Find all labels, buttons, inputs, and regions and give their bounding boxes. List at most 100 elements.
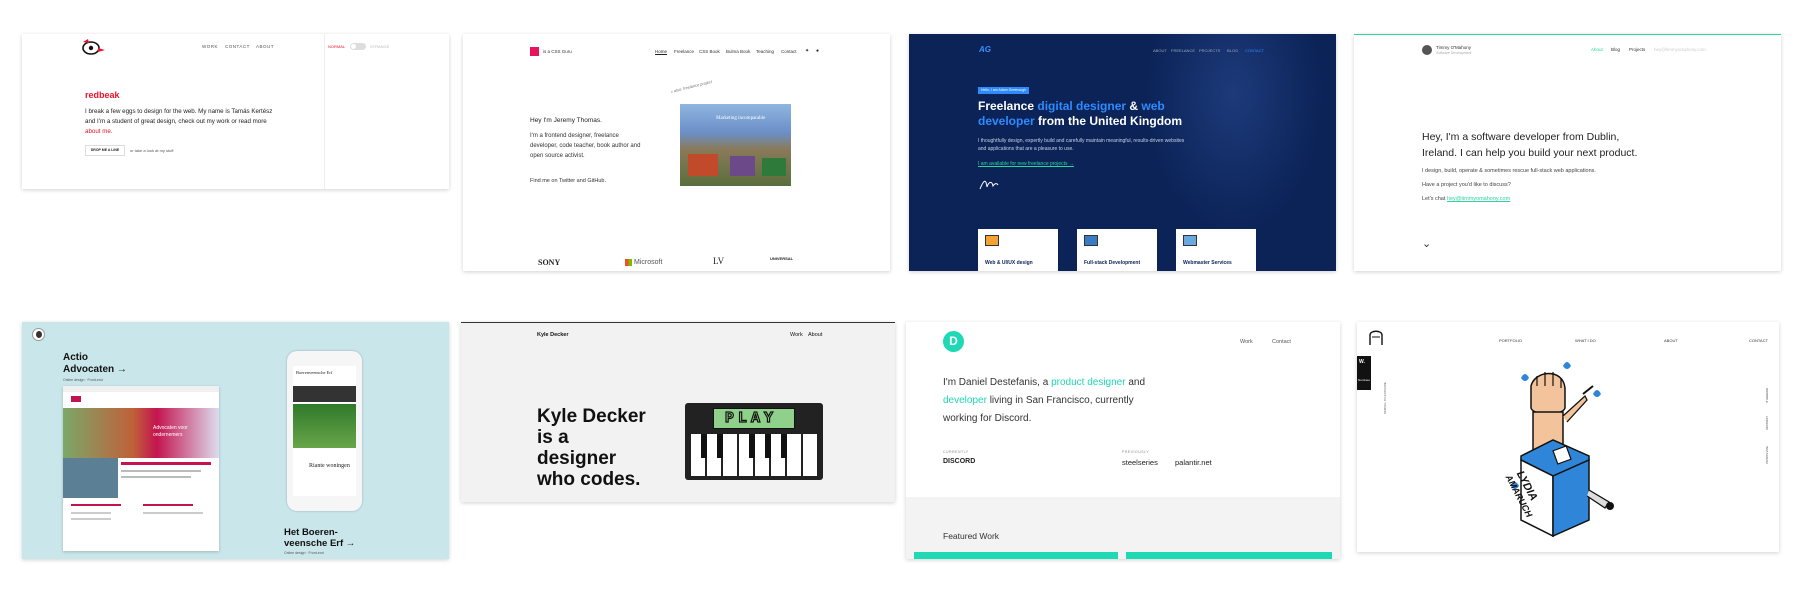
nav-projects[interactable]: Projects bbox=[1629, 47, 1645, 52]
hero-image: Advocaten voor ondernemers bbox=[63, 408, 219, 458]
drop-a-line-button[interactable]: DROP ME A LINE bbox=[85, 145, 125, 156]
site-logo[interactable]: D bbox=[943, 331, 964, 352]
social-linkedin[interactable]: LINKEDIN bbox=[1765, 416, 1769, 430]
timmy-thumbnail[interactable]: Timmy O'Mahony Software Development Abou… bbox=[1354, 34, 1781, 271]
awwwards-badge[interactable]: W. Nominee bbox=[1357, 356, 1371, 390]
browser-bar bbox=[63, 386, 219, 392]
nav-work[interactable]: WORK bbox=[202, 44, 218, 49]
site-name[interactable]: Kyle Decker bbox=[537, 332, 569, 338]
client-lv-logo: LV bbox=[713, 256, 725, 266]
featured-section: Featured Work bbox=[906, 497, 1340, 559]
chevron-down-icon[interactable]: ⌄ bbox=[1422, 237, 1431, 250]
keyboard-screen: PLAY bbox=[713, 408, 795, 429]
social-dribbble[interactable]: DRIBBBLE bbox=[1765, 388, 1769, 403]
project-question: Have a project you'd like to discuss? bbox=[1422, 182, 1511, 188]
nav-about[interactable]: ABOUT bbox=[1664, 338, 1678, 343]
project-title-line2[interactable]: Advocaten → bbox=[63, 364, 127, 375]
social-instagram[interactable]: INSTAGRAM bbox=[1765, 446, 1769, 464]
ag-thumbnail[interactable]: AG ABOUT FREELANCE PROJECTS BLOG CONTACT… bbox=[909, 34, 1336, 271]
service-card-design[interactable]: Web & UI/UX design bbox=[978, 229, 1058, 271]
avatar bbox=[32, 328, 45, 341]
site-logo bbox=[71, 396, 81, 402]
service-card-fullstack[interactable]: Full-stack Development bbox=[1077, 229, 1157, 271]
monitor-icon bbox=[1183, 235, 1197, 246]
nav-contact[interactable]: Contact bbox=[1272, 339, 1291, 345]
nav-about[interactable]: ABOUT bbox=[1153, 48, 1167, 53]
mode-toggle[interactable] bbox=[350, 43, 366, 50]
phone-mockup: Boerenveensche Erf Riante woningen bbox=[287, 351, 362, 511]
headline: Kyle Decker is a designer who codes. bbox=[537, 406, 646, 490]
black-key bbox=[749, 434, 755, 458]
nav-about[interactable]: About bbox=[808, 332, 822, 338]
nav-contact[interactable]: Contact bbox=[781, 49, 797, 54]
project-title-line1: Actio bbox=[63, 352, 88, 363]
avatar bbox=[1422, 45, 1432, 55]
featured-card[interactable] bbox=[914, 552, 1118, 559]
nav-contact[interactable]: CONTACT bbox=[1749, 338, 1768, 343]
actio-thumbnail[interactable]: Actio Advocaten → Online design · Front-… bbox=[22, 322, 449, 559]
service-label: Web & UI/UX design bbox=[985, 260, 1033, 266]
nav-freelance[interactable]: FREELANCE bbox=[1171, 48, 1195, 53]
project-subtitle: Online design · Front-end bbox=[63, 378, 103, 382]
previously-label: PREVIOUSLY bbox=[1122, 450, 1150, 454]
black-key bbox=[765, 434, 771, 458]
stuff-link[interactable]: or take a look at my stuff bbox=[130, 148, 174, 153]
nav-css-book[interactable]: CSS Book bbox=[699, 49, 720, 54]
nav-blog[interactable]: Blog bbox=[1611, 47, 1620, 52]
discord-logo: DISCORD bbox=[943, 458, 976, 465]
kyle-decker-thumbnail[interactable]: Kyle Decker Work About Kyle Decker is a … bbox=[461, 322, 895, 502]
headline: Hey, I'm a software developer from Dubli… bbox=[1422, 131, 1638, 159]
microsoft-logo-icon bbox=[625, 259, 632, 266]
nav-contact[interactable]: CONTACT bbox=[1245, 48, 1264, 53]
text-line bbox=[121, 462, 211, 465]
client-sony-logo: SONY bbox=[538, 258, 561, 267]
keyboard-illustration[interactable]: PLAY bbox=[685, 403, 823, 480]
featured-card[interactable] bbox=[1126, 552, 1332, 559]
nav-portfolio[interactable]: PORTFOLIO bbox=[1499, 338, 1522, 343]
handwritten-note: « also: freelance project bbox=[670, 78, 713, 95]
second-project-title-line2[interactable]: veensche Erf → bbox=[284, 538, 355, 549]
lydia-amaruch-thumbnail[interactable]: PORTFOLIO WHAT I DO ABOUT CONTACT W. Nom… bbox=[1357, 322, 1779, 552]
banner-line2: ondernemers bbox=[153, 432, 183, 438]
daniel-destefanis-thumbnail[interactable]: D Work Contact I'm Daniel Destefanis, a … bbox=[906, 322, 1340, 559]
monitor-icon bbox=[1084, 235, 1098, 246]
nav-about[interactable]: About bbox=[1591, 47, 1603, 52]
palantir-logo: palantir.net bbox=[1175, 458, 1212, 467]
twitter-icon[interactable]: ✦ bbox=[805, 48, 809, 54]
building-photo bbox=[730, 156, 755, 176]
nav-work[interactable]: Work bbox=[790, 332, 803, 338]
availability-link[interactable]: I am available for new freelance project… bbox=[978, 161, 1074, 167]
nav-contact[interactable]: CONTACT bbox=[225, 44, 250, 49]
text-line bbox=[121, 476, 191, 478]
signature bbox=[979, 180, 999, 190]
service-label: Webmaster Services bbox=[1183, 260, 1232, 266]
list-line bbox=[143, 504, 193, 506]
nav-email[interactable]: hey@timmyomahony.com bbox=[1654, 47, 1706, 52]
redbeak-thumbnail[interactable]: WORK CONTACT ABOUT NORMAL STRANGE redbea… bbox=[22, 34, 449, 189]
intro-text: I'm Daniel Destefanis, a product designe… bbox=[943, 377, 1146, 424]
nav-blog[interactable]: BLOG bbox=[1227, 48, 1238, 53]
ag-logo[interactable]: AG bbox=[979, 45, 991, 54]
site-name: Timmy O'Mahony bbox=[1436, 45, 1471, 50]
intro-badge: Hello, I am Adam Greenough bbox=[978, 87, 1030, 94]
portrait-background bbox=[1144, 34, 1324, 234]
nav-bulma-book[interactable]: Bulma Book bbox=[726, 49, 750, 54]
phone-screen: Boerenveensche Erf Riante woningen bbox=[293, 366, 356, 496]
email-link[interactable]: hey@timmyomahony.com bbox=[1447, 196, 1510, 202]
service-card-webmaster[interactable]: Webmaster Services bbox=[1176, 229, 1256, 271]
list-line bbox=[143, 512, 203, 514]
github-icon[interactable]: ● bbox=[816, 48, 819, 54]
nav-freelance[interactable]: Freelance bbox=[674, 49, 694, 54]
phone-nav bbox=[293, 386, 356, 402]
nav-teaching[interactable]: Teaching bbox=[756, 49, 774, 54]
nav-home[interactable]: Home bbox=[655, 49, 667, 54]
nav-what-i-do[interactable]: WHAT I DO bbox=[1575, 338, 1596, 343]
about-me-link[interactable]: about me. bbox=[85, 128, 113, 135]
css-guru-thumbnail[interactable]: is a CSS Guru Home Freelance CSS Book Bu… bbox=[463, 34, 890, 271]
nav-about[interactable]: ABOUT bbox=[256, 44, 274, 49]
badge-letter: W. bbox=[1359, 359, 1365, 365]
black-key bbox=[701, 434, 707, 458]
nav-work[interactable]: Work bbox=[1240, 339, 1253, 345]
description-line: I design, build, operate & sometimes res… bbox=[1422, 168, 1596, 174]
nav-projects[interactable]: PROJECTS bbox=[1199, 48, 1220, 53]
